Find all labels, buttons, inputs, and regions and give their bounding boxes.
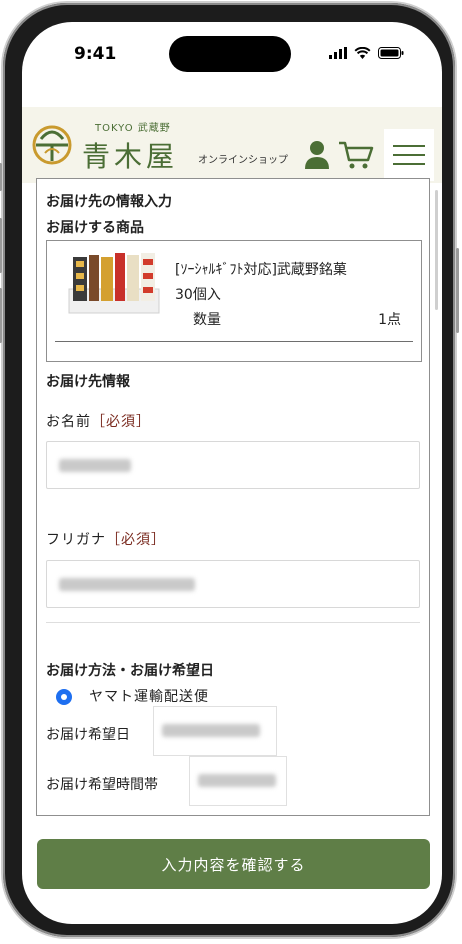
delivery-method-radio[interactable] [56, 689, 72, 705]
delivery-date-label: お届け希望日 [46, 727, 130, 743]
menu-icon-line [393, 154, 425, 156]
status-time: 9:41 [74, 44, 117, 64]
status-bar: 9:41 [22, 22, 442, 84]
delivery-time-select[interactable] [189, 756, 287, 806]
site-header: TOKYO 武蔵野 青木屋 オンラインショップ [22, 107, 442, 183]
product-summary: [ｿｰｼｬﾙｷﾞﾌﾄ対応]武蔵野銘菓 30個入 数量 1点 [46, 240, 422, 362]
delivery-section-title: お届け方法・お届け希望日 [46, 663, 214, 679]
wifi-icon [354, 47, 371, 59]
delivery-time-label: お届け希望時間帯 [46, 777, 158, 793]
user-icon[interactable] [304, 140, 330, 170]
phone-frame: 9:41 TOKYO 武蔵野 青木屋 オンラインショップ お届け先の情報入力 お… [0, 3, 459, 937]
kana-label-text: フリガナ [46, 532, 106, 548]
product-section-title: お届けする商品 [46, 220, 144, 236]
quantity-value: 1点 [378, 312, 401, 328]
product-name-line2: 30個入 [175, 287, 221, 303]
action-button [0, 163, 2, 191]
kana-input[interactable] [46, 560, 420, 608]
logo-icon[interactable] [32, 125, 72, 165]
delivery-form: お届け先の情報入力 お届けする商品 [ｿｰｼｬﾙｷﾞﾌﾄ対応]武蔵野銘菓 30個 [36, 178, 430, 816]
delivery-time-value [198, 774, 276, 787]
name-input-value [59, 459, 131, 472]
menu-icon-line [393, 145, 425, 147]
quantity-label: 数量 [193, 312, 221, 328]
kana-input-value [59, 578, 195, 591]
volume-down-button [0, 288, 2, 343]
volume-up-button [0, 218, 2, 273]
name-field-label: お名前［必須］ [46, 411, 151, 431]
product-divider [55, 341, 413, 342]
required-badge: ［必須］ [106, 532, 166, 548]
delivery-date-value [162, 724, 260, 737]
menu-icon-line [393, 163, 425, 165]
online-shop-label: オンラインショップ [198, 155, 288, 166]
form-title: お届け先の情報入力 [46, 194, 172, 210]
name-label-text: お名前 [46, 414, 91, 430]
scrollbar[interactable] [435, 190, 438, 310]
menu-button[interactable] [384, 129, 434, 181]
name-input[interactable] [46, 441, 420, 489]
cart-icon[interactable] [338, 140, 374, 170]
product-name-line1: [ｿｰｼｬﾙｷﾞﾌﾄ対応]武蔵野銘菓 [175, 262, 347, 278]
product-image [68, 253, 160, 314]
required-badge: ［必須］ [91, 414, 151, 430]
kana-field-label: フリガナ［必須］ [46, 529, 166, 549]
product-name: [ｿｰｼｬﾙｷﾞﾌﾄ対応]武蔵野銘菓 30個入 [175, 258, 347, 308]
delivery-date-select[interactable] [153, 706, 277, 756]
brand-name[interactable]: 青木屋 [82, 135, 178, 175]
cellular-signal-icon [329, 47, 347, 59]
screen: 9:41 TOKYO 武蔵野 青木屋 オンラインショップ お届け先の情報入力 お… [22, 22, 442, 924]
recipient-section-title: お届け先情報 [46, 374, 130, 390]
power-button [456, 248, 459, 333]
battery-icon [378, 47, 404, 59]
delivery-method-label[interactable]: ヤマト運輸配送便 [89, 686, 209, 706]
section-divider [46, 622, 420, 623]
status-icons [329, 47, 404, 59]
confirm-button[interactable]: 入力内容を確認する [37, 839, 430, 889]
dynamic-island [169, 36, 291, 72]
brand-subtitle: TOKYO 武蔵野 [95, 123, 171, 134]
